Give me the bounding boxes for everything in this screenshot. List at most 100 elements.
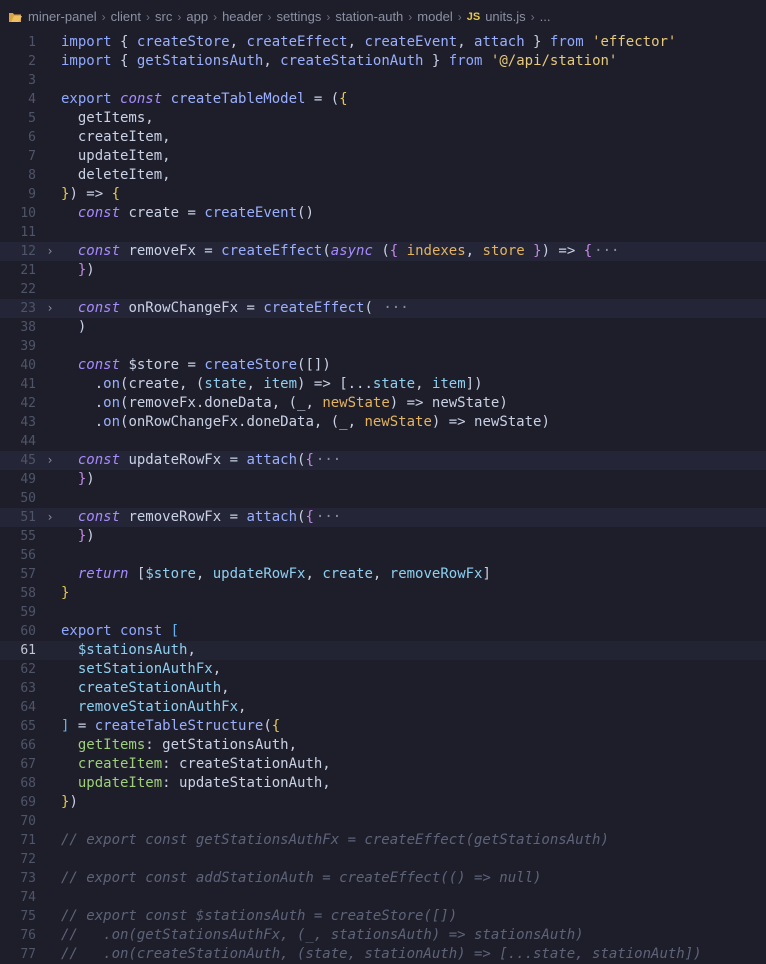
code-line[interactable]: 6 createItem, [0,128,766,147]
code-line[interactable]: 76 // .on(getStationsAuthFx, (_, stations… [0,926,766,945]
code-line[interactable]: 9}) => { [0,185,766,204]
line-number: 8 [28,168,36,183]
code-line[interactable]: 65] = createTableStructure({ [0,717,766,736]
code-token: deleteItem, [77,167,171,183]
code-token: // .on(createStationAuth, (state, statio… [61,946,702,962]
code-token: $stationsAuth [77,642,188,658]
code-token: createItem, [77,129,171,145]
code-line[interactable]: 74 [0,888,766,907]
breadcrumb-item[interactable]: settings [277,9,322,24]
code-line[interactable]: 3 [0,71,766,90]
code-line[interactable]: 21 }) [0,261,766,280]
code-line[interactable]: 58} [0,584,766,603]
code-editor[interactable]: 1 import { createStore, createEffect, cre… [0,33,766,964]
code-line[interactable]: 49 }) [0,470,766,489]
code-line[interactable]: 22 [0,280,766,299]
line-number: 5 [28,111,36,126]
code-line[interactable]: 50 [0,489,766,508]
code-line[interactable]: 61 $stationsAuth, [0,641,766,660]
line-number: 12 [20,244,36,259]
code-token: , [372,566,390,582]
breadcrumb-item[interactable]: client [111,9,141,24]
breadcrumb-item[interactable]: miner-panel [28,9,97,24]
code-line[interactable]: 45 › const updateRowFx = attach({··· [0,451,766,470]
code-line[interactable]: 63 createStationAuth, [0,679,766,698]
code-text: removeStationAuthFx, [61,698,247,717]
code-line[interactable]: 42 .on(removeFx.doneData, (_, newState) … [0,394,766,413]
fold-chevron-icon[interactable]: › [44,451,56,470]
code-line[interactable]: 7 updateItem, [0,147,766,166]
code-line[interactable]: 77 // .on(createStationAuth, (state, stat… [0,945,766,964]
code-text: // export const $stationsAuth = createSt… [61,907,457,926]
code-line[interactable]: 12 › const removeFx = createEffect(async … [0,242,766,261]
folded-ellipsis-icon[interactable]: ··· [316,509,341,525]
code-token: $store [128,357,180,373]
folded-ellipsis-icon[interactable]: ··· [316,452,341,468]
breadcrumb-item[interactable]: station-auth [335,9,403,24]
code-line[interactable]: 57 return [$store, updateRowFx, create, … [0,565,766,584]
code-line[interactable]: 56 [0,546,766,565]
fold-chevron-icon[interactable]: › [44,299,56,318]
code-line[interactable]: 60 export const [ [0,622,766,641]
code-line[interactable]: 59 [0,603,766,622]
code-line[interactable]: 70 [0,812,766,831]
code-line[interactable]: 23 › const onRowChangeFx = createEffect( … [0,299,766,318]
code-token: store [482,243,525,259]
code-token: updateRowFx [128,452,222,468]
line-number: 22 [20,282,36,297]
code-line[interactable]: 40 const $store = createStore([]) [0,356,766,375]
code-line[interactable]: 67 createItem: createStationAuth, [0,755,766,774]
breadcrumb-item[interactable]: model [417,9,452,24]
code-text: setStationAuthFx, [61,660,221,679]
code-token: $store [145,566,196,582]
code-line[interactable]: 69}) [0,793,766,812]
code-token: // export const addStationAuth = createE… [61,870,542,886]
breadcrumb-item[interactable]: src [155,9,172,24]
code-line[interactable]: 71 // export const getStationsAuthFx = cr… [0,831,766,850]
code-token: , [305,566,323,582]
code-line[interactable]: 62 setStationAuthFx, [0,660,766,679]
breadcrumb-item[interactable]: header [222,9,262,24]
code-text: getItems, [61,109,154,128]
code-line[interactable]: 72 [0,850,766,869]
code-line[interactable]: 2 import { getStationsAuth, createStation… [0,52,766,71]
folded-ellipsis-icon[interactable]: ··· [375,300,408,316]
code-line[interactable]: 1 import { createStore, createEffect, cre… [0,33,766,52]
breadcrumb-symbol[interactable]: ... [540,9,551,24]
code-line[interactable]: 64 removeStationAuthFx, [0,698,766,717]
code-line[interactable]: 39 [0,337,766,356]
fold-chevron-icon[interactable]: › [44,508,56,527]
code-line[interactable]: 68 updateItem: updateStationAuth, [0,774,766,793]
code-text: } [61,584,69,603]
code-token: createStore [204,357,298,373]
code-line[interactable]: 41 .on(create, (state, item) => [...stat… [0,375,766,394]
code-line[interactable]: 73 // export const addStationAuth = creat… [0,869,766,888]
code-token: setStationAuthFx [77,661,213,677]
code-line[interactable]: 5 getItems, [0,109,766,128]
folded-ellipsis-icon[interactable]: ··· [594,243,619,259]
code-token: ) => [69,186,112,202]
code-token: getStationsAuth [136,53,264,69]
line-number: 38 [20,320,36,335]
code-line[interactable]: 11 [0,223,766,242]
line-number: 69 [20,795,36,810]
code-line[interactable]: 55 }) [0,527,766,546]
code-token: , [246,376,264,392]
code-line[interactable]: 44 [0,432,766,451]
code-line[interactable]: 10 const create = createEvent() [0,204,766,223]
code-line[interactable]: 4 export const createTableModel = ({ [0,90,766,109]
breadcrumb-item[interactable]: app [186,9,208,24]
code-line[interactable]: 8 deleteItem, [0,166,766,185]
fold-chevron-icon[interactable]: › [44,242,56,261]
code-line[interactable]: 66 getItems: getStationsAuth, [0,736,766,755]
breadcrumb-file[interactable]: units.js [485,9,525,24]
code-line[interactable]: 43 .on(onRowChangeFx.doneData, (_, newSt… [0,413,766,432]
code-line[interactable]: 38 ) [0,318,766,337]
code-line[interactable]: 75 // export const $stationsAuth = create… [0,907,766,926]
code-token: ) [86,471,95,487]
code-line[interactable]: 51 › const removeRowFx = attach({··· [0,508,766,527]
